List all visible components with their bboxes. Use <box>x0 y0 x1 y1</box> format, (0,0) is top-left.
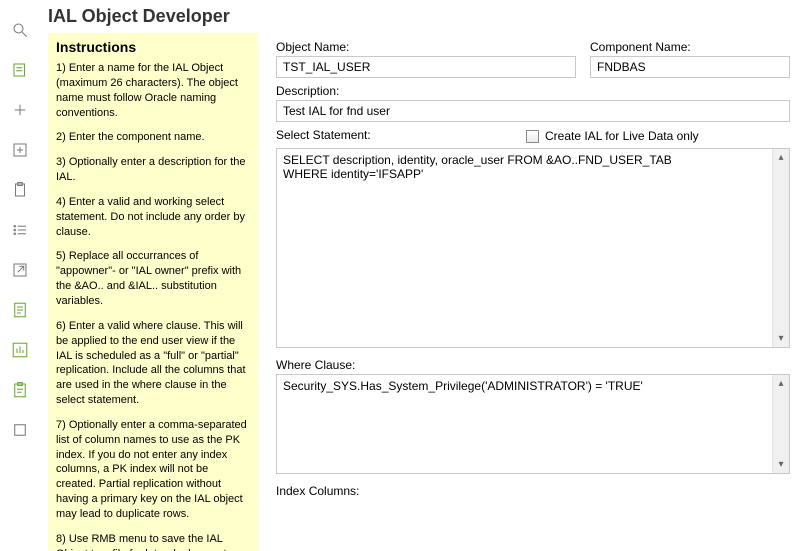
chart-icon[interactable] <box>10 340 30 360</box>
scroll-down-icon[interactable]: ▾ <box>773 456 789 473</box>
document-icon[interactable] <box>10 300 30 320</box>
content-area: IAL Object Developer Instructions 1) Ent… <box>48 6 794 551</box>
page-title: IAL Object Developer <box>48 6 258 27</box>
instruction-item: 3) Optionally enter a description for th… <box>56 155 250 185</box>
left-toolbar <box>0 0 40 551</box>
select-statement-field-group: Select Statement: Create IAL for Live Da… <box>276 128 790 348</box>
scrollbar[interactable]: ▴ ▾ <box>772 149 789 347</box>
scroll-down-icon[interactable]: ▾ <box>773 330 789 347</box>
list-icon[interactable] <box>10 220 30 240</box>
component-name-label: Component Name: <box>590 40 790 54</box>
instruction-item: 7) Optionally enter a comma-separated li… <box>56 418 250 522</box>
select-statement-textarea[interactable]: SELECT description, identity, oracle_use… <box>277 149 771 347</box>
instructions-column: IAL Object Developer Instructions 1) Ent… <box>48 6 258 551</box>
search-icon[interactable] <box>10 20 30 40</box>
description-field-group: Description: <box>276 84 790 122</box>
object-name-field-group: Object Name: <box>276 40 576 78</box>
instruction-item: 8) Use RMB menu to save the IAL Object t… <box>56 532 250 551</box>
object-name-input[interactable] <box>276 56 576 78</box>
clipboard-check-icon[interactable] <box>10 380 30 400</box>
component-name-field-group: Component Name: <box>590 40 790 78</box>
index-columns-field-group: Index Columns: <box>276 484 790 500</box>
live-data-checkbox-label: Create IAL for Live Data only <box>545 129 699 143</box>
instruction-item: 5) Replace all occurrances of "appowner"… <box>56 249 250 308</box>
form-column: Object Name: Component Name: Description… <box>276 6 794 551</box>
live-data-checkbox[interactable] <box>526 130 539 143</box>
where-clause-textarea-wrap: Security_SYS.Has_System_Privilege('ADMIN… <box>276 374 790 474</box>
scroll-up-icon[interactable]: ▴ <box>773 149 789 166</box>
instructions-heading: Instructions <box>56 39 250 55</box>
description-label: Description: <box>276 84 790 98</box>
scroll-up-icon[interactable]: ▴ <box>773 375 789 392</box>
description-input[interactable] <box>276 100 790 122</box>
plus-icon[interactable] <box>10 100 30 120</box>
rect-icon[interactable] <box>10 420 30 440</box>
instructions-box: Instructions 1) Enter a name for the IAL… <box>48 33 258 551</box>
add-rect-icon[interactable] <box>10 140 30 160</box>
select-statement-label: Select Statement: <box>276 128 526 142</box>
where-clause-label: Where Clause: <box>276 358 790 372</box>
select-statement-textarea-wrap: SELECT description, identity, oracle_use… <box>276 148 790 348</box>
scrollbar[interactable]: ▴ ▾ <box>772 375 789 473</box>
instruction-item: 2) Enter the component name. <box>56 130 250 145</box>
index-columns-label: Index Columns: <box>276 484 790 498</box>
export-icon[interactable] <box>10 260 30 280</box>
instruction-item: 6) Enter a valid where clause. This will… <box>56 319 250 408</box>
where-clause-textarea[interactable]: Security_SYS.Has_System_Privilege('ADMIN… <box>277 375 771 473</box>
note-icon[interactable] <box>10 60 30 80</box>
where-clause-field-group: Where Clause: Security_SYS.Has_System_Pr… <box>276 358 790 474</box>
object-name-label: Object Name: <box>276 40 576 54</box>
instruction-item: 4) Enter a valid and working select stat… <box>56 195 250 240</box>
component-name-input[interactable] <box>590 56 790 78</box>
clipboard-icon[interactable] <box>10 180 30 200</box>
instruction-item: 1) Enter a name for the IAL Object (maxi… <box>56 61 250 120</box>
